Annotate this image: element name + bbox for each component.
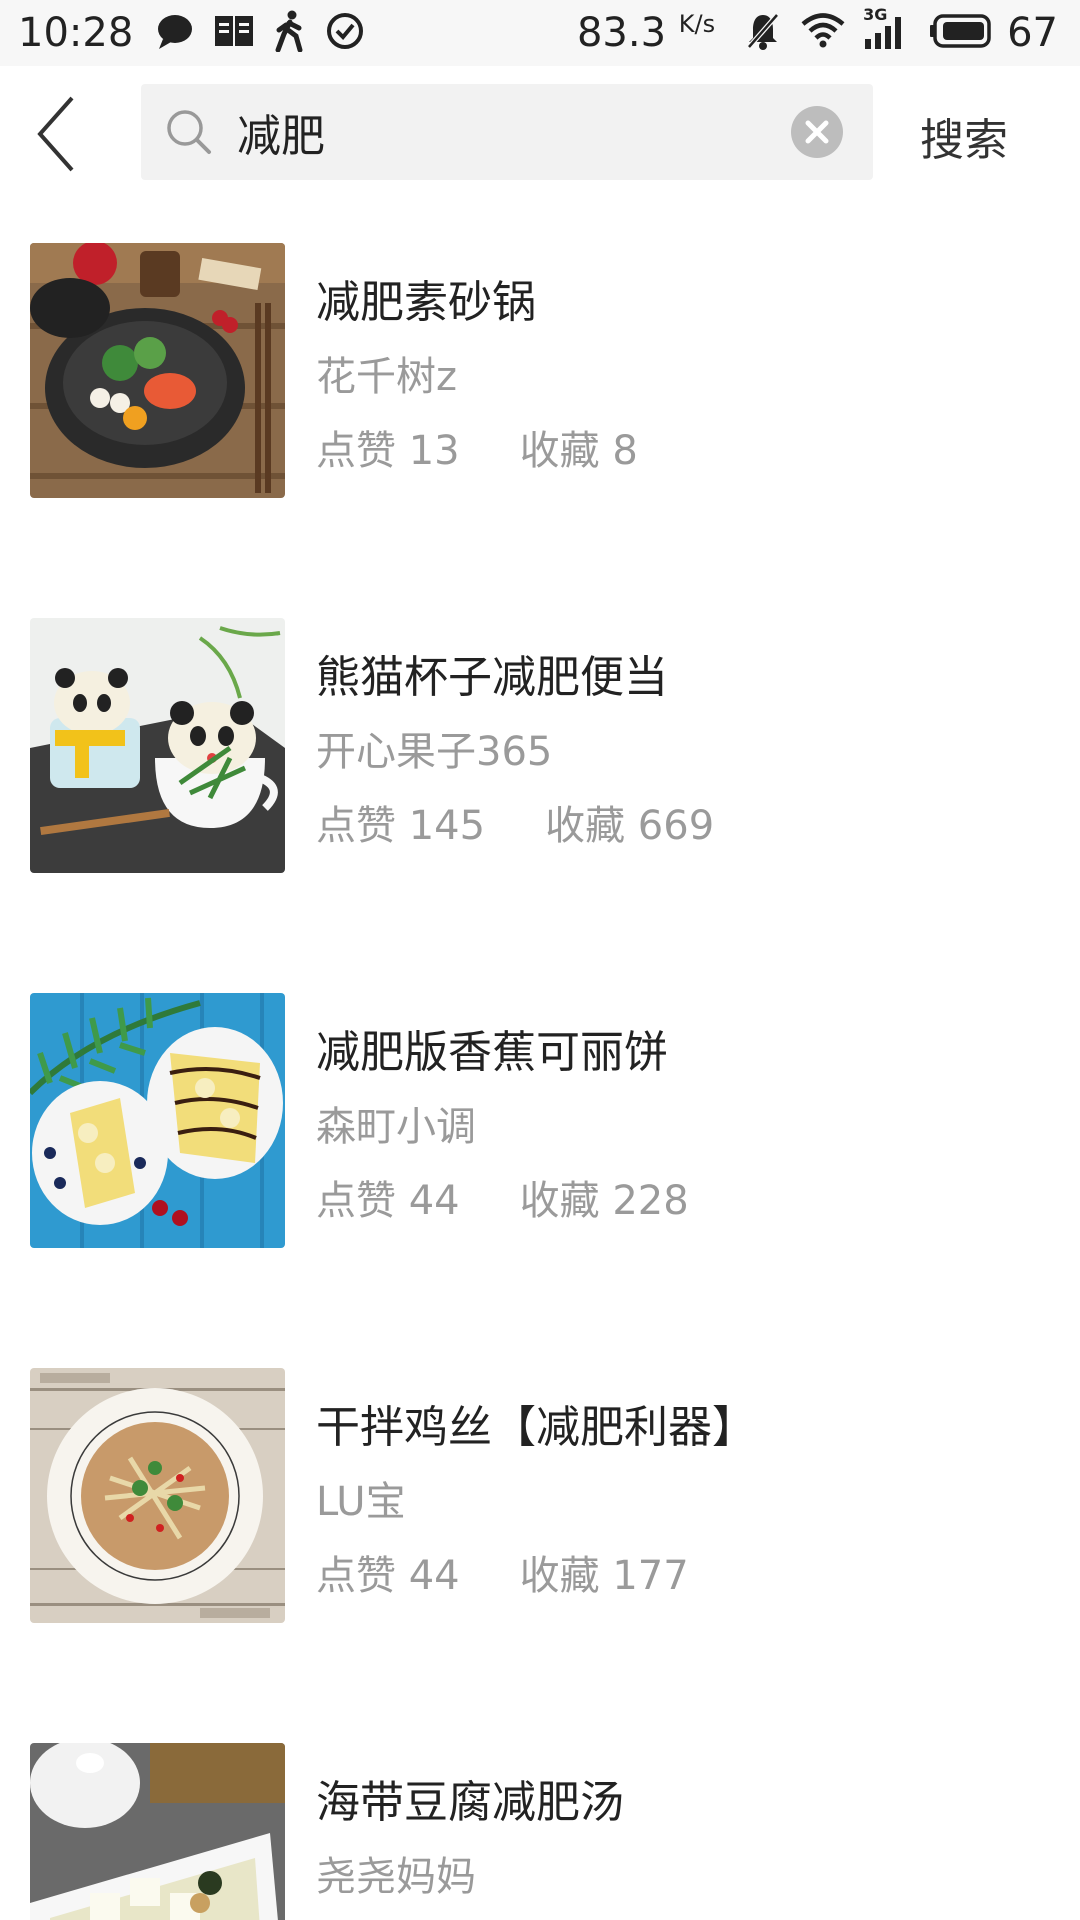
recipe-author: 尧尧妈妈	[316, 1854, 476, 1900]
likes-count: 44	[408, 1178, 460, 1224]
search-button[interactable]: 搜索	[920, 104, 1008, 168]
favorites-label: 收藏	[519, 1553, 600, 1599]
likes-count: 44	[408, 1553, 460, 1599]
favorites-count: 8	[612, 428, 638, 474]
favorites-label: 收藏	[519, 428, 600, 474]
recipe-title: 熊猫杯子减肥便当	[316, 652, 668, 703]
list-item[interactable]: 干拌鸡丝【减肥利器】 LU宝 点赞 44 收藏 177	[0, 1321, 1080, 1623]
likes-label: 点赞	[316, 803, 396, 849]
list-item[interactable]: 熊猫杯子减肥便当 开心果子365 点赞 145 收藏 669	[0, 571, 1080, 873]
battery-level: 67	[1007, 10, 1058, 56]
recipe-author: 花千树z	[316, 354, 457, 400]
recipe-author: LU宝	[316, 1479, 406, 1525]
book-icon	[213, 11, 255, 55]
network-speed: 83.3 K/s	[576, 10, 716, 56]
recipe-stats: 点赞 13 收藏 8	[316, 418, 638, 476]
battery-icon	[929, 13, 993, 53]
back-button[interactable]	[30, 94, 90, 174]
status-time: 10:28	[18, 10, 134, 56]
list-item[interactable]: 减肥素砂锅 花千树z 点赞 13 收藏 8	[0, 196, 1080, 498]
status-bar: 10:28 83.3 K/s 3G 67	[0, 0, 1080, 66]
recipe-stats: 点赞 44 收藏 177	[316, 1543, 689, 1601]
signal-icon: 3G	[863, 5, 911, 55]
favorites-count: 228	[612, 1178, 689, 1224]
recipe-author: 开心果子365	[316, 729, 553, 775]
clear-button[interactable]	[791, 106, 843, 158]
likes-label: 点赞	[316, 428, 396, 474]
recipe-title: 减肥素砂锅	[316, 277, 536, 328]
chat-bubble-icon	[155, 11, 195, 55]
list-item[interactable]: 减肥版香蕉可丽饼 森町小调 点赞 44 收藏 228	[0, 946, 1080, 1248]
bell-muted-icon	[743, 11, 783, 55]
recipe-thumbnail	[30, 618, 285, 873]
recipe-thumbnail	[30, 1368, 285, 1623]
wifi-icon	[801, 11, 845, 55]
recipe-stats: 点赞 44 收藏 228	[316, 1168, 689, 1226]
search-box[interactable]	[141, 84, 873, 180]
search-icon	[163, 106, 215, 158]
favorites-label: 收藏	[545, 803, 626, 849]
search-input[interactable]	[237, 98, 797, 166]
recipe-thumbnail	[30, 1743, 285, 1920]
network-type: 3G	[863, 5, 888, 24]
recipe-thumbnail	[30, 993, 285, 1248]
recipe-title: 干拌鸡丝【减肥利器】	[316, 1402, 756, 1453]
likes-count: 13	[408, 428, 460, 474]
recipe-author: 森町小调	[316, 1104, 476, 1150]
check-circle-icon	[325, 11, 365, 55]
list-item[interactable]: 海带豆腐减肥汤 尧尧妈妈	[0, 1696, 1080, 1920]
favorites-label: 收藏	[519, 1178, 600, 1224]
recipe-stats: 点赞 145 收藏 669	[316, 793, 714, 851]
likes-label: 点赞	[316, 1553, 396, 1599]
status-right: 83.3 K/s 3G 67	[577, 0, 1058, 66]
favorites-count: 177	[612, 1553, 689, 1599]
recipe-thumbnail	[30, 243, 285, 498]
chevron-left-icon	[37, 96, 74, 172]
recipe-title: 减肥版香蕉可丽饼	[316, 1027, 668, 1078]
likes-label: 点赞	[316, 1178, 396, 1224]
status-left: 10:28	[18, 0, 383, 66]
walking-icon	[273, 10, 307, 56]
recipe-title: 海带豆腐减肥汤	[316, 1777, 624, 1828]
favorites-count: 669	[637, 803, 715, 849]
likes-count: 145	[408, 803, 486, 849]
close-icon	[805, 120, 829, 144]
search-header: 搜索	[0, 66, 1080, 196]
